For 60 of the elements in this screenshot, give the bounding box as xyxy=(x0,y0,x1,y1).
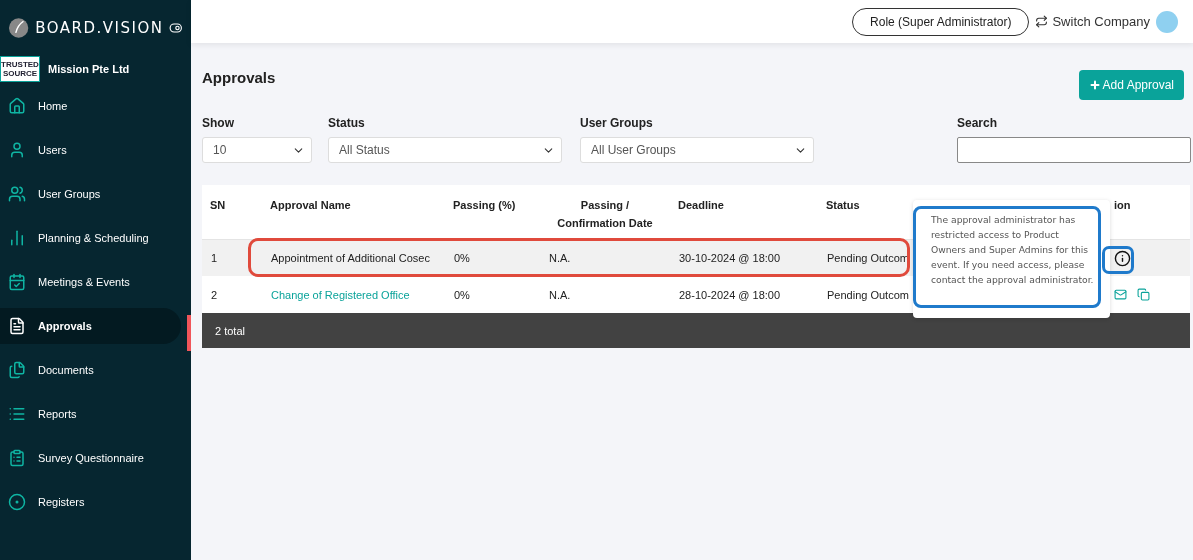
switch-company-button[interactable]: Switch Company xyxy=(1035,14,1150,29)
table-cell-text: Pending Outcom xyxy=(826,288,910,301)
plus-icon xyxy=(1088,79,1101,91)
info-icon[interactable] xyxy=(1114,249,1131,267)
page-title: Approvals xyxy=(202,69,276,86)
role-button[interactable]: Role (Super Administrator) xyxy=(852,7,1030,36)
search-field[interactable] xyxy=(957,137,1191,163)
company-logo: TRUSTED SOURCE xyxy=(0,56,40,82)
list-icon xyxy=(8,405,26,423)
table-cell-text: N.A. xyxy=(548,252,572,264)
copy-icon[interactable] xyxy=(1137,288,1150,301)
filter-label: User Groups xyxy=(580,116,654,130)
active-indicator xyxy=(187,315,191,351)
bar-chart-icon xyxy=(8,229,26,247)
user-icon xyxy=(8,141,26,159)
column-header: Passing (%) xyxy=(452,198,517,213)
column-header: Status xyxy=(825,198,861,213)
sidebar-item[interactable]: Reports xyxy=(0,396,181,432)
filter-label: Status xyxy=(328,116,366,130)
table-cell-text: 2 xyxy=(210,288,219,301)
users-icon xyxy=(8,185,26,203)
sidebar-item[interactable]: Meetings & Events xyxy=(0,264,181,300)
sidebar-item[interactable]: User Groups xyxy=(0,176,181,212)
clipboard-icon xyxy=(8,449,26,467)
documents-icon xyxy=(8,361,26,379)
sidebar-item[interactable]: Approvals xyxy=(0,308,181,344)
logo-icon xyxy=(8,17,30,39)
table-cell-text: 0% xyxy=(453,288,471,301)
mail-icon[interactable] xyxy=(1114,288,1127,301)
brand-name: BOARD.VISION xyxy=(35,19,164,37)
sidebar-item[interactable]: Home xyxy=(0,88,181,124)
filter-select[interactable]: All Status xyxy=(328,137,562,163)
circle-icon xyxy=(8,493,26,511)
calendar-icon xyxy=(8,273,26,291)
company-name: Mission Pte Ltd xyxy=(48,63,130,75)
column-header: ion xyxy=(1113,198,1132,213)
sidebar-item[interactable]: Planning & Scheduling xyxy=(0,220,181,256)
toggle-icon[interactable] xyxy=(169,21,183,35)
table-footer: 2 total xyxy=(202,313,1190,348)
sidebar-item[interactable]: Documents xyxy=(0,352,181,388)
sidebar-item[interactable]: Users xyxy=(0,132,181,168)
sidebar-item[interactable]: Registers xyxy=(0,484,181,520)
document-icon xyxy=(8,317,26,335)
table-cell-text: N.A. xyxy=(548,288,572,301)
filter-select[interactable]: 10 xyxy=(202,137,312,163)
table-cell-text: Appointment of Additional Cosec xyxy=(270,252,431,264)
switch-icon xyxy=(1035,15,1049,28)
column-header: Approval Name xyxy=(269,198,352,213)
table-cell-text: 30-10-2024 @ 18:00 xyxy=(678,252,782,264)
filter-label: Show xyxy=(202,116,235,130)
table-cell-text: 28-10-2024 @ 18:00 xyxy=(678,288,782,301)
table-cell-text: 1 xyxy=(210,252,219,264)
column-header: Passing / Confirmation Date xyxy=(556,198,654,231)
home-icon xyxy=(8,97,26,115)
filter-select[interactable]: All User Groups xyxy=(580,137,814,163)
filter-label: Search xyxy=(957,116,999,130)
column-header: Deadline xyxy=(677,198,725,213)
sidebar-item[interactable]: Survey Questionnaire xyxy=(0,440,181,476)
table-cell-text: 0% xyxy=(453,252,471,264)
column-header: SN xyxy=(209,198,227,213)
